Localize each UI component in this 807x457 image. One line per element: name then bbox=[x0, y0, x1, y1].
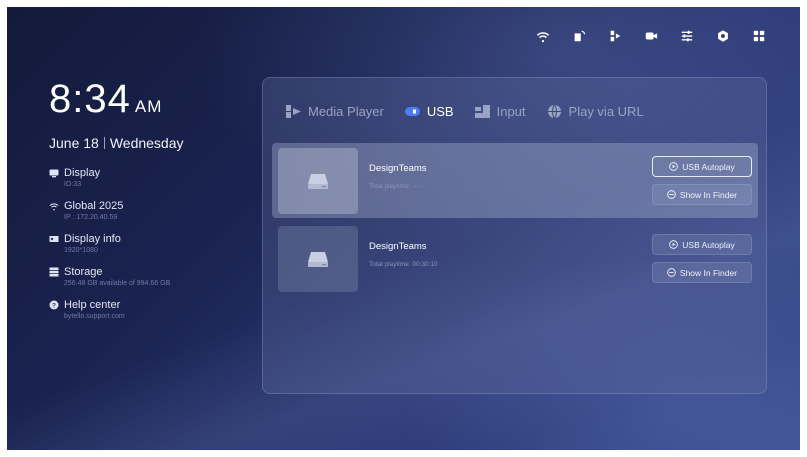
media-panel: Media Player USB Input Play via URL Desi… bbox=[262, 77, 767, 394]
wifi-icon bbox=[49, 203, 59, 211]
media-player-icon bbox=[286, 105, 301, 118]
tab-input[interactable]: Input bbox=[474, 104, 526, 119]
tab-label: Play via URL bbox=[568, 104, 644, 119]
wifi-icon[interactable] bbox=[536, 29, 550, 43]
finder-icon bbox=[667, 268, 676, 277]
tab-label: Media Player bbox=[308, 104, 384, 119]
button-label: Show In Finder bbox=[679, 267, 738, 278]
ampm-label: AM bbox=[134, 97, 163, 116]
info-sub: 256.48 GB available of 994.66 GB bbox=[64, 280, 171, 287]
date-value: June 18 bbox=[49, 135, 99, 151]
info-sub: 1920*1080 bbox=[64, 247, 98, 254]
info-item-display-info[interactable]: Display info 1920*1080 bbox=[49, 233, 249, 254]
display-info-icon bbox=[49, 236, 59, 242]
info-sub: bytello.support.com bbox=[64, 313, 125, 320]
storage-icon bbox=[49, 267, 59, 277]
info-label: Display info bbox=[64, 233, 121, 245]
help-icon: ? bbox=[49, 300, 59, 310]
info-label: Help center bbox=[64, 299, 121, 311]
info-sub: IO:33 bbox=[64, 181, 82, 188]
usb-icon bbox=[404, 107, 420, 116]
date-separator bbox=[103, 137, 105, 149]
button-label: USB Autoplay bbox=[682, 161, 735, 172]
info-label: Display bbox=[64, 167, 101, 179]
tab-label: USB bbox=[426, 104, 454, 119]
info-item-display[interactable]: Display IO:33 bbox=[49, 167, 249, 188]
clock-widget: 8:34 AM June 18 Wednesday bbox=[49, 79, 184, 151]
info-item-help[interactable]: ? Help center bytello.support.com bbox=[49, 299, 249, 320]
home-screen: 8:34 AM June 18 Wednesday Display IO:33 Gl… bbox=[7, 7, 800, 450]
drive-title: DesignTeams bbox=[369, 163, 427, 174]
input-icon bbox=[474, 105, 490, 118]
show-in-finder-button[interactable]: Show In Finder bbox=[652, 184, 752, 205]
display-icon bbox=[49, 169, 59, 178]
media-icon[interactable] bbox=[608, 29, 622, 43]
time-value: 8:34 bbox=[49, 77, 131, 121]
settings-sliders-icon[interactable] bbox=[680, 29, 694, 43]
usb-drive-icon bbox=[308, 252, 328, 267]
play-circle-icon bbox=[669, 240, 679, 249]
tab-label: Input bbox=[496, 104, 526, 119]
tab-media-player[interactable]: Media Player bbox=[285, 104, 384, 119]
usb-drive-row[interactable]: DesignTeams Total playtime: --:-- USB Au… bbox=[272, 143, 758, 218]
finder-icon bbox=[667, 190, 676, 199]
apps-grid-icon[interactable] bbox=[752, 29, 766, 43]
usb-autoplay-button[interactable]: USB Autoplay bbox=[652, 234, 752, 255]
usb-drive-row[interactable]: DesignTeams Total playtime: 00:30:10 USB… bbox=[272, 221, 758, 296]
device-info-list: Display IO:33 Global 2025 IP : 172.20.40… bbox=[49, 167, 249, 332]
drive-thumbnail bbox=[278, 226, 358, 292]
screen-cast-icon[interactable] bbox=[572, 29, 586, 43]
play-circle-icon bbox=[669, 162, 679, 171]
info-item-storage[interactable]: Storage 256.48 GB available of 994.66 GB bbox=[49, 266, 249, 287]
tab-usb[interactable]: USB bbox=[404, 104, 454, 119]
clock-date: June 18 Wednesday bbox=[49, 135, 184, 151]
drive-thumbnail bbox=[278, 148, 358, 214]
top-toolbar bbox=[536, 29, 766, 43]
show-in-finder-button[interactable]: Show In Finder bbox=[652, 262, 752, 283]
drive-playtime: Total playtime: --:-- bbox=[369, 183, 423, 190]
usb-drive-icon bbox=[308, 174, 328, 189]
info-label: Storage bbox=[64, 266, 103, 278]
button-label: USB Autoplay bbox=[682, 239, 735, 250]
weekday-value: Wednesday bbox=[109, 135, 184, 151]
button-label: Show In Finder bbox=[679, 189, 738, 200]
drive-title: DesignTeams bbox=[369, 241, 427, 252]
camera-icon[interactable] bbox=[644, 29, 658, 43]
drive-playtime: Total playtime: 00:30:10 bbox=[369, 261, 438, 268]
globe-icon bbox=[547, 104, 561, 119]
clock-time: 8:34 AM bbox=[49, 79, 184, 127]
tab-play-via-url[interactable]: Play via URL bbox=[546, 104, 644, 119]
usb-autoplay-button[interactable]: USB Autoplay bbox=[652, 156, 752, 177]
source-tabs: Media Player USB Input Play via URL bbox=[285, 104, 644, 119]
info-sub: IP : 172.20.40.59 bbox=[64, 214, 118, 221]
info-item-network[interactable]: Global 2025 IP : 172.20.40.59 bbox=[49, 200, 249, 221]
svg-text:?: ? bbox=[52, 302, 56, 309]
gear-icon[interactable] bbox=[716, 29, 730, 43]
info-label: Global 2025 bbox=[64, 200, 124, 212]
